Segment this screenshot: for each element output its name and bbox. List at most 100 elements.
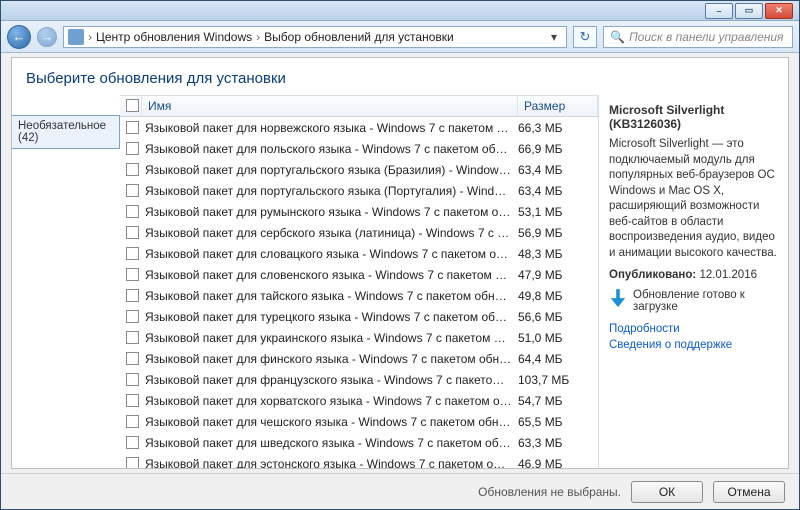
update-name: Языковой пакет для украинского языка - W…	[145, 331, 518, 345]
table-row[interactable]: Языковой пакет для норвежского языка - W…	[120, 117, 598, 138]
download-icon	[609, 289, 627, 307]
header-checkbox[interactable]	[120, 96, 142, 116]
table-row[interactable]: Языковой пакет для эстонского языка - Wi…	[120, 453, 598, 468]
breadcrumb-item[interactable]: Выбор обновлений для установки	[264, 30, 454, 44]
update-size: 63,4 МБ	[518, 184, 598, 198]
update-size: 46,9 МБ	[518, 457, 598, 469]
update-name: Языковой пакет для шведского языка - Win…	[145, 436, 518, 450]
update-size: 48,3 МБ	[518, 247, 598, 261]
update-name: Языковой пакет для хорватского языка - W…	[145, 394, 518, 408]
row-checkbox[interactable]	[126, 121, 139, 134]
refresh-button[interactable]: ↻	[573, 26, 597, 48]
maximize-button[interactable]: ▭	[735, 3, 763, 19]
table-row[interactable]: Языковой пакет для польского языка - Win…	[120, 138, 598, 159]
search-placeholder: Поиск в панели управления	[629, 30, 784, 44]
update-name: Языковой пакет для французского языка - …	[145, 373, 518, 387]
table-row[interactable]: Языковой пакет для шведского языка - Win…	[120, 432, 598, 453]
update-size: 47,9 МБ	[518, 268, 598, 282]
update-size: 49,8 МБ	[518, 289, 598, 303]
update-size: 53,1 МБ	[518, 205, 598, 219]
update-name: Языковой пакет для чешского языка - Wind…	[145, 415, 518, 429]
breadcrumb-sep: ›	[256, 30, 260, 44]
content-pane: Выберите обновления для установки Необяз…	[11, 57, 789, 469]
breadcrumb[interactable]: › Центр обновления Windows › Выбор обнов…	[63, 26, 567, 48]
breadcrumb-dropdown[interactable]: ▾	[546, 30, 562, 44]
row-checkbox[interactable]	[126, 310, 139, 323]
cancel-button[interactable]: Отмена	[713, 481, 785, 503]
update-name: Языковой пакет для словацкого языка - Wi…	[145, 247, 518, 261]
details-ready: Обновление готово к загрузке	[609, 289, 778, 313]
row-checkbox[interactable]	[126, 352, 139, 365]
minimize-button[interactable]: –	[705, 3, 733, 19]
search-icon: 🔍	[610, 30, 625, 44]
row-checkbox[interactable]	[126, 394, 139, 407]
update-size: 63,3 МБ	[518, 436, 598, 450]
search-input[interactable]: 🔍 Поиск в панели управления	[603, 26, 793, 48]
row-checkbox[interactable]	[126, 289, 139, 302]
update-size: 63,4 МБ	[518, 163, 598, 177]
update-size: 66,9 МБ	[518, 142, 598, 156]
table-row[interactable]: Языковой пакет для португальского языка …	[120, 159, 598, 180]
row-checkbox[interactable]	[126, 268, 139, 281]
address-bar: ← → › Центр обновления Windows › Выбор о…	[1, 21, 799, 53]
close-button[interactable]: ✕	[765, 3, 793, 19]
footer: Обновления не выбраны. ОК Отмена	[1, 473, 799, 509]
row-checkbox[interactable]	[126, 184, 139, 197]
column-name[interactable]: Имя	[142, 96, 518, 116]
table-row[interactable]: Языковой пакет для словенского языка - W…	[120, 264, 598, 285]
footer-status: Обновления не выбраны.	[478, 485, 621, 499]
row-checkbox[interactable]	[126, 247, 139, 260]
update-size: 103,7 МБ	[518, 373, 598, 387]
table-row[interactable]: Языковой пакет для французского языка - …	[120, 369, 598, 390]
table-row[interactable]: Языковой пакет для хорватского языка - W…	[120, 390, 598, 411]
table-row[interactable]: Языковой пакет для румынского языка - Wi…	[120, 201, 598, 222]
row-checkbox[interactable]	[126, 415, 139, 428]
list-header: Имя Размер	[120, 95, 598, 117]
breadcrumb-sep: ›	[88, 30, 92, 44]
details-published: Опубликовано: 12.01.2016	[609, 269, 778, 281]
category-sidebar: Необязательное (42)	[12, 95, 120, 468]
update-name: Языковой пакет для румынского языка - Wi…	[145, 205, 518, 219]
row-checkbox[interactable]	[126, 142, 139, 155]
table-row[interactable]: Языковой пакет для сербского языка (лати…	[120, 222, 598, 243]
forward-button[interactable]: →	[37, 27, 57, 47]
table-row[interactable]: Языковой пакет для финского языка - Wind…	[120, 348, 598, 369]
table-row[interactable]: Языковой пакет для тайского языка - Wind…	[120, 285, 598, 306]
row-checkbox[interactable]	[126, 331, 139, 344]
table-row[interactable]: Языковой пакет для словацкого языка - Wi…	[120, 243, 598, 264]
row-checkbox[interactable]	[126, 205, 139, 218]
update-size: 64,4 МБ	[518, 352, 598, 366]
row-checkbox[interactable]	[126, 457, 139, 468]
details-link-more[interactable]: Подробности	[609, 323, 778, 335]
category-optional[interactable]: Необязательное (42)	[12, 115, 120, 149]
table-row[interactable]: Языковой пакет для украинского языка - W…	[120, 327, 598, 348]
details-pane: Microsoft Silverlight (KB3126036) Micros…	[598, 95, 788, 468]
update-size: 66,3 МБ	[518, 121, 598, 135]
table-row[interactable]: Языковой пакет для турецкого языка - Win…	[120, 306, 598, 327]
row-checkbox[interactable]	[126, 163, 139, 176]
table-row[interactable]: Языковой пакет для португальского языка …	[120, 180, 598, 201]
table-row[interactable]: Языковой пакет для чешского языка - Wind…	[120, 411, 598, 432]
list-body[interactable]: Языковой пакет для норвежского языка - W…	[120, 117, 598, 468]
titlebar: – ▭ ✕	[1, 1, 799, 21]
update-size: 56,9 МБ	[518, 226, 598, 240]
details-link-support[interactable]: Сведения о поддержке	[609, 339, 778, 351]
row-checkbox[interactable]	[126, 226, 139, 239]
row-checkbox[interactable]	[126, 373, 139, 386]
window: – ▭ ✕ ← → › Центр обновления Windows › В…	[0, 0, 800, 510]
update-name: Языковой пакет для турецкого языка - Win…	[145, 310, 518, 324]
update-size: 65,5 МБ	[518, 415, 598, 429]
update-name: Языковой пакет для польского языка - Win…	[145, 142, 518, 156]
update-name: Языковой пакет для португальского языка …	[145, 184, 518, 198]
column-size[interactable]: Размер	[518, 96, 598, 116]
back-button[interactable]: ←	[7, 25, 31, 49]
update-name: Языковой пакет для финского языка - Wind…	[145, 352, 518, 366]
details-description: Microsoft Silverlight — это подключаемый…	[609, 137, 778, 261]
ok-button[interactable]: ОК	[631, 481, 703, 503]
row-checkbox[interactable]	[126, 436, 139, 449]
update-name: Языковой пакет для норвежского языка - W…	[145, 121, 518, 135]
breadcrumb-item[interactable]: Центр обновления Windows	[96, 30, 252, 44]
update-name: Языковой пакет для сербского языка (лати…	[145, 226, 518, 240]
update-name: Языковой пакет для словенского языка - W…	[145, 268, 518, 282]
update-size: 54,7 МБ	[518, 394, 598, 408]
